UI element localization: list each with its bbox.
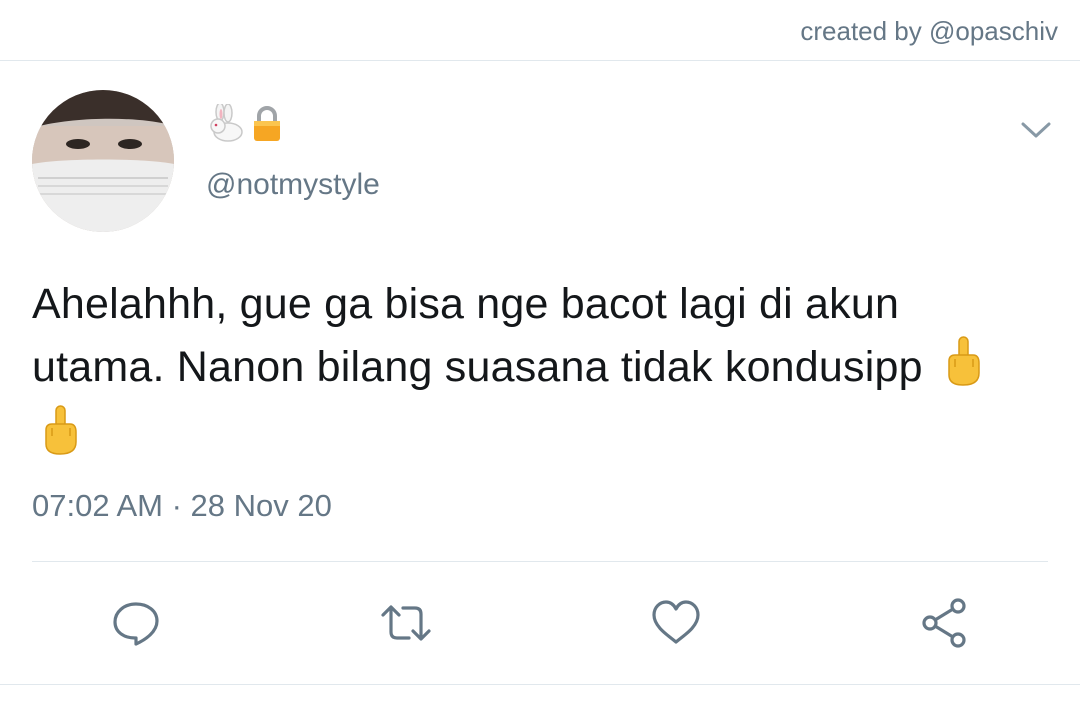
reply-icon bbox=[113, 602, 159, 646]
top-divider bbox=[0, 60, 1080, 61]
tweet-body: Ahelahhh, gue ga bisa nge bacot lagi di … bbox=[32, 274, 1042, 473]
retweet-button[interactable] bbox=[379, 596, 433, 650]
share-icon bbox=[922, 598, 966, 648]
middle-finger-icon bbox=[943, 335, 983, 404]
chevron-down-icon[interactable] bbox=[1018, 116, 1054, 144]
share-button[interactable] bbox=[918, 596, 972, 650]
actions-divider bbox=[32, 561, 1048, 562]
display-name[interactable] bbox=[206, 101, 284, 149]
creator-credit: created by @opaschiv bbox=[800, 16, 1058, 46]
bottom-divider bbox=[0, 684, 1080, 685]
user-handle[interactable]: @notmystyle bbox=[206, 168, 380, 202]
tweet-text: Ahelahhh, gue ga bisa nge bacot lagi di … bbox=[32, 280, 923, 391]
like-button[interactable] bbox=[649, 596, 703, 650]
like-icon bbox=[652, 600, 700, 644]
avatar[interactable] bbox=[32, 90, 174, 232]
tweet-timestamp[interactable]: 07:02 AM · 28 Nov 20 bbox=[32, 488, 332, 524]
lock-icon bbox=[250, 104, 284, 149]
reply-button[interactable] bbox=[109, 596, 163, 650]
avatar-image bbox=[32, 90, 174, 232]
middle-finger-icon bbox=[40, 404, 80, 473]
rabbit-icon bbox=[206, 101, 246, 149]
retweet-icon bbox=[381, 605, 431, 641]
